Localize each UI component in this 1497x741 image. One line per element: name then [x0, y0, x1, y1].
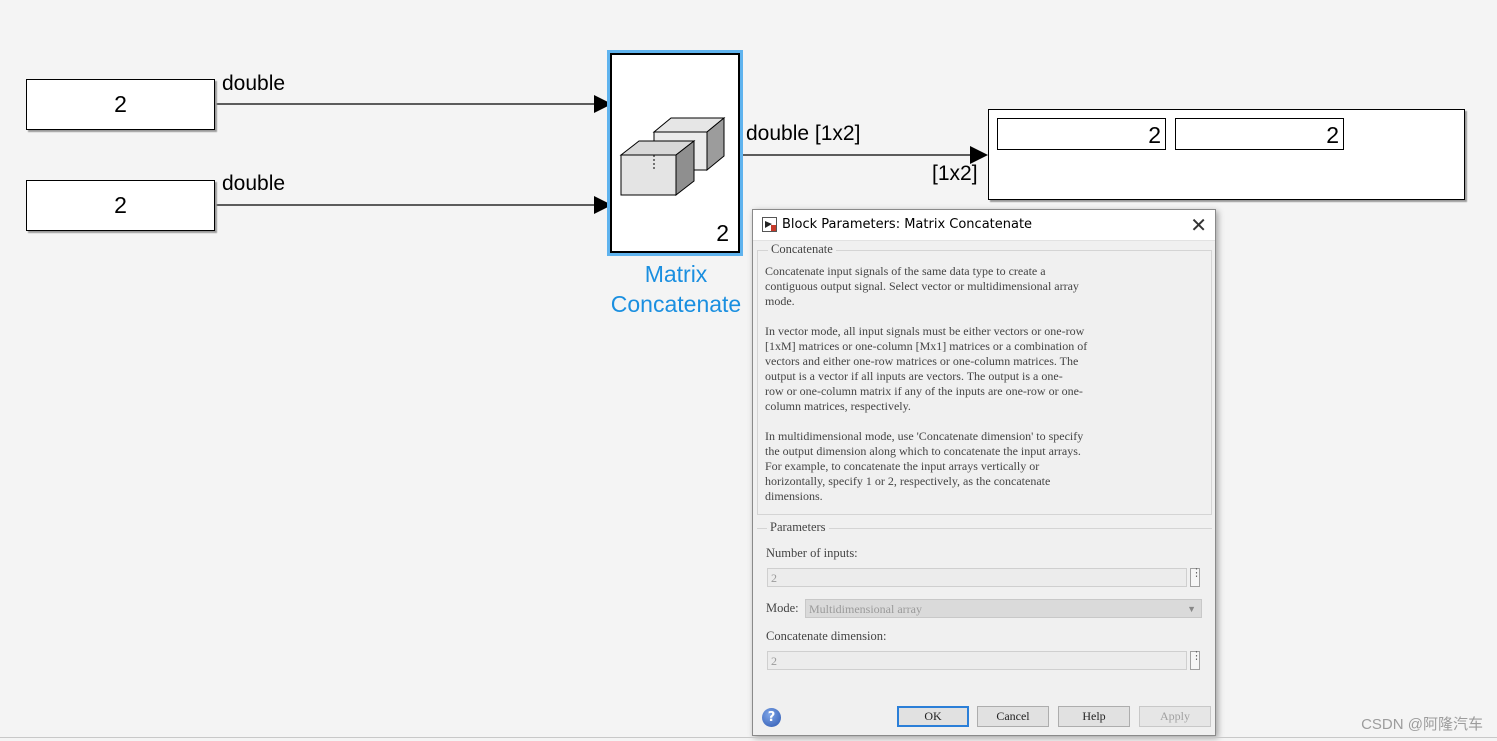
description-paragraph-3: In multidimensional mode, use 'Concatena… — [765, 429, 1084, 503]
ok-button[interactable]: OK — [897, 706, 969, 727]
parameters-group-title: Parameters — [767, 520, 829, 535]
block-name-line-1: Matrix — [644, 261, 708, 287]
mode-label: Mode: — [766, 601, 799, 615]
number-of-inputs-label: Number of inputs: — [766, 546, 858, 560]
apply-button[interactable]: Apply — [1139, 706, 1211, 727]
display-value-1: 2 — [997, 118, 1166, 150]
close-icon[interactable]: ✕ — [1190, 213, 1207, 237]
dialog-titlebar[interactable]: Block Parameters: Matrix Concatenate ✕ — [753, 210, 1215, 241]
cancel-button[interactable]: Cancel — [977, 706, 1049, 727]
chevron-down-icon: ▼ — [1187, 604, 1196, 614]
constant-2-value: 2 — [114, 192, 127, 218]
display-port-dimension: [1x2] — [932, 162, 978, 185]
more-options-icon[interactable]: ⋮ — [1190, 568, 1202, 587]
description-paragraph-2: In vector mode, all input signals must b… — [765, 324, 1088, 413]
concatenate-input-count: 2 — [716, 220, 729, 246]
description-group-title: Concatenate — [768, 242, 836, 257]
display-value-2: 2 — [1175, 118, 1344, 150]
signal-1-type-label: double — [222, 72, 286, 95]
display-block[interactable]: 2 2 — [988, 109, 1465, 200]
description-text: Concatenate input signals of the same da… — [765, 264, 1205, 519]
description-group: Concatenate Concatenate input signals of… — [757, 242, 1212, 515]
block-name-label[interactable]: Matrix Concatenate — [596, 259, 756, 319]
block-parameters-dialog: Block Parameters: Matrix Concatenate ✕ C… — [752, 209, 1216, 736]
constant-block-2[interactable]: 2 — [26, 180, 215, 231]
constant-1-value: 2 — [114, 91, 127, 117]
number-of-inputs-field[interactable]: 2 — [767, 568, 1187, 587]
matrix-concatenate-block[interactable]: 2 — [610, 53, 740, 253]
status-divider — [0, 737, 1497, 738]
dialog-title: Block Parameters: Matrix Concatenate — [782, 217, 1033, 232]
mode-selected-value: Multidimensional array — [809, 602, 922, 616]
help-button[interactable]: Help — [1058, 706, 1130, 727]
mode-select[interactable]: Multidimensional array ▼ — [805, 599, 1202, 618]
help-icon[interactable]: ? — [762, 708, 781, 727]
more-options-icon[interactable]: ⋮ — [1190, 651, 1202, 670]
concatenate-dimension-label: Concatenate dimension: — [766, 629, 887, 643]
block-name-line-2: Concatenate — [610, 291, 742, 317]
description-paragraph-1: Concatenate input signals of the same da… — [765, 264, 1079, 308]
signal-2-type-label: double — [222, 172, 286, 195]
simulink-block-icon — [762, 217, 777, 232]
output-signal-label: double [1x2] — [746, 122, 861, 145]
concatenate-dimension-field[interactable]: 2 — [767, 651, 1187, 670]
constant-block-1[interactable]: 2 — [26, 79, 215, 130]
watermark: CSDN @阿隆汽车 — [1361, 716, 1483, 733]
